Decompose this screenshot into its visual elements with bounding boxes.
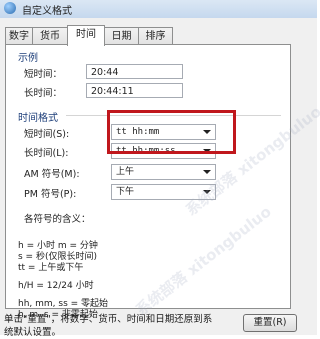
window-title: 自定义格式 [22, 6, 72, 17]
dialog-window: 数字 货币 时间 日期 排序 示例 短时间： 20:44 长时间： 20:44:… [0, 18, 317, 338]
chevron-down-icon[interactable] [203, 170, 211, 174]
symbol-meanings-title: 各符号的含义： [24, 214, 91, 225]
tab-sort[interactable]: 排序 [138, 27, 173, 44]
example-group-label: 示例 [18, 53, 38, 64]
tab-date[interactable]: 日期 [104, 27, 139, 44]
tab-number[interactable]: 数字 [5, 27, 33, 44]
highlight-box [107, 110, 236, 154]
short-time-label: 短时间(S): [24, 129, 70, 140]
pm-symbol-label: PM 符号(P): [24, 189, 77, 200]
example-long-time-label: 长时间： [24, 88, 63, 99]
reset-button[interactable]: 重置(R) [243, 314, 297, 332]
pm-symbol-dropdown[interactable]: 下午 [111, 184, 216, 200]
note-line: tt = 上午或下午 [18, 263, 84, 273]
am-symbol-value: 上午 [116, 167, 135, 177]
example-short-time-label: 短时间： [24, 69, 63, 80]
note-line: h/H = 12/24 小时 [18, 281, 94, 291]
app-icon [4, 2, 16, 14]
tab-currency[interactable]: 货币 [32, 27, 68, 44]
pm-symbol-value: 下午 [116, 187, 135, 197]
tab-time[interactable]: 时间 [67, 25, 105, 46]
time-formats-group-label: 时间格式 [18, 113, 58, 124]
title-bar: 自定义格式 [0, 0, 317, 19]
chevron-down-icon[interactable] [203, 190, 211, 194]
reset-hint-text: 单击"重置"，将数字、货币、时间和日期还原到系统默认设置。 [4, 314, 213, 338]
example-long-time-field: 20:44:11 [86, 83, 183, 98]
long-time-label: 长时间(L): [24, 148, 69, 159]
example-short-time-field: 20:44 [86, 64, 183, 79]
am-symbol-label: AM 符号(M): [24, 169, 80, 180]
am-symbol-dropdown[interactable]: 上午 [111, 164, 216, 180]
